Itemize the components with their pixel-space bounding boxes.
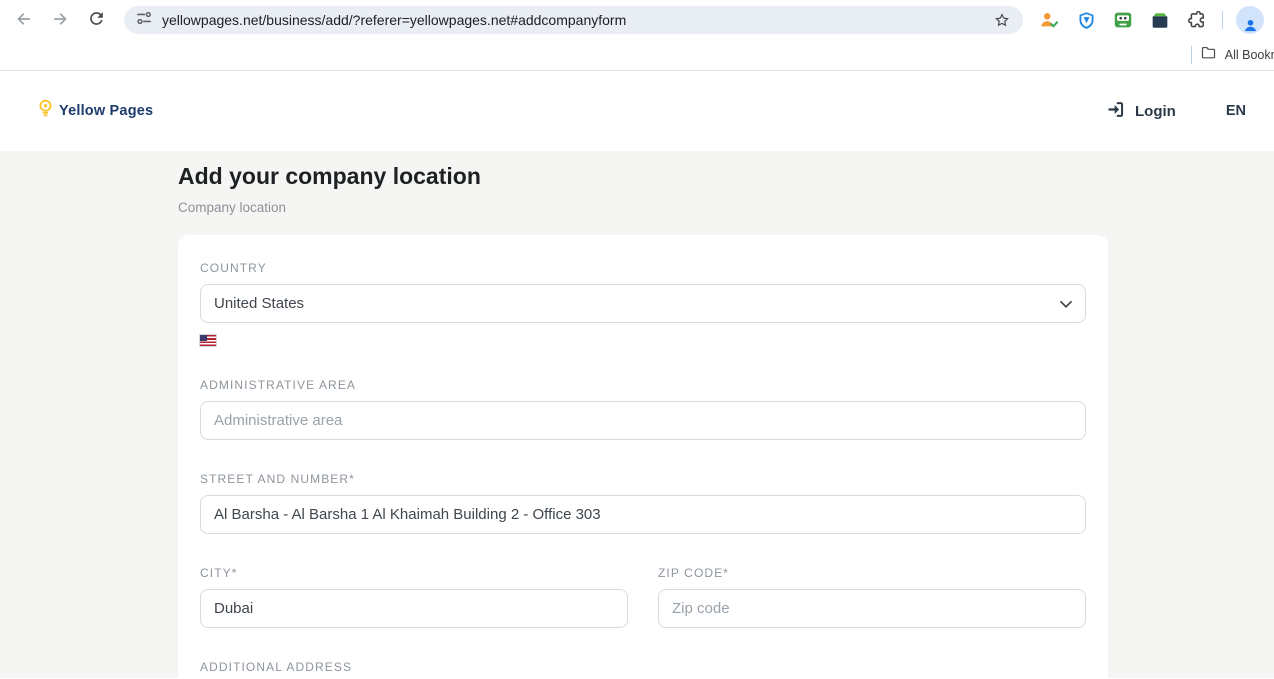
city-input[interactable] [200,589,628,628]
all-bookmarks-label: All Bookma [1225,48,1274,62]
forward-button[interactable] [44,4,76,36]
site-settings-icon[interactable] [136,10,152,31]
bookmarks-bar: All Bookma [0,40,1274,71]
country-selected-value: United States [214,295,304,312]
street-field-group: STREET AND NUMBER* [200,472,1086,534]
administrative-area-field-group: ADMINISTRATIVE AREA [200,378,1086,440]
page-subtitle: Company location [178,199,1274,217]
toolbar-separator [1222,11,1223,29]
person-check-extension-icon[interactable] [1037,8,1061,32]
login-button[interactable]: Login [1105,99,1176,123]
reload-icon [87,9,106,31]
header-actions: Login EN [1105,99,1246,123]
profile-avatar[interactable] [1236,6,1264,34]
us-flag-icon [200,335,216,346]
back-icon [14,9,34,32]
zip-label: ZIP CODE* [658,566,1086,580]
street-input[interactable] [200,495,1086,534]
page-title: Add your company location [178,161,1274,191]
login-label: Login [1135,103,1176,120]
bookmark-star-icon[interactable] [989,7,1015,33]
folder-icon [1200,44,1217,66]
address-bar[interactable]: yellowpages.net/business/add/?referer=ye… [124,6,1023,34]
additional-address-label: ADDITIONAL ADDRESS [200,660,1086,674]
country-select[interactable]: United States [200,284,1086,323]
extensions-area [1037,6,1264,34]
additional-address-field-group: ADDITIONAL ADDRESS [200,660,1086,674]
administrative-area-label: ADMINISTRATIVE AREA [200,378,1086,392]
yellow-pages-logo[interactable]: Yellow Pages [38,98,153,124]
bookmarks-separator [1191,46,1192,64]
street-label: STREET AND NUMBER* [200,472,1086,486]
browser-toolbar: yellowpages.net/business/add/?referer=ye… [0,0,1274,40]
city-label: CITY* [200,566,628,580]
city-field-group: CITY* [200,566,628,628]
language-selector[interactable]: EN [1226,103,1246,119]
logo-text: Yellow Pages [59,103,153,119]
chevron-down-icon [1060,295,1072,312]
reload-button[interactable] [80,4,112,36]
country-label: COUNTRY [200,261,1086,275]
briefcase-extension-icon[interactable] [1148,8,1172,32]
roboform-extension-icon[interactable] [1111,8,1135,32]
extensions-puzzle-icon[interactable] [1185,8,1209,32]
back-button[interactable] [8,4,40,36]
company-location-form: COUNTRY United States ADMINISTRATIVE ARE… [178,235,1108,679]
sign-in-icon [1105,99,1126,123]
zip-input[interactable] [658,589,1086,628]
page-body: Add your company location Company locati… [0,151,1274,678]
browser-window: yellowpages.net/business/add/?referer=ye… [0,0,1274,679]
country-field-group: COUNTRY United States [200,261,1086,346]
administrative-area-input[interactable] [200,401,1086,440]
forward-icon [50,9,70,32]
shield-vpn-extension-icon[interactable] [1074,8,1098,32]
all-bookmarks-button[interactable]: All Bookma [1191,44,1274,66]
zip-field-group: ZIP CODE* [658,566,1086,628]
site-header: Yellow Pages Login EN [0,71,1274,151]
lightbulb-icon [38,98,53,124]
url-text[interactable]: yellowpages.net/business/add/?referer=ye… [162,12,989,28]
city-zip-row: CITY* ZIP CODE* [200,566,1086,628]
